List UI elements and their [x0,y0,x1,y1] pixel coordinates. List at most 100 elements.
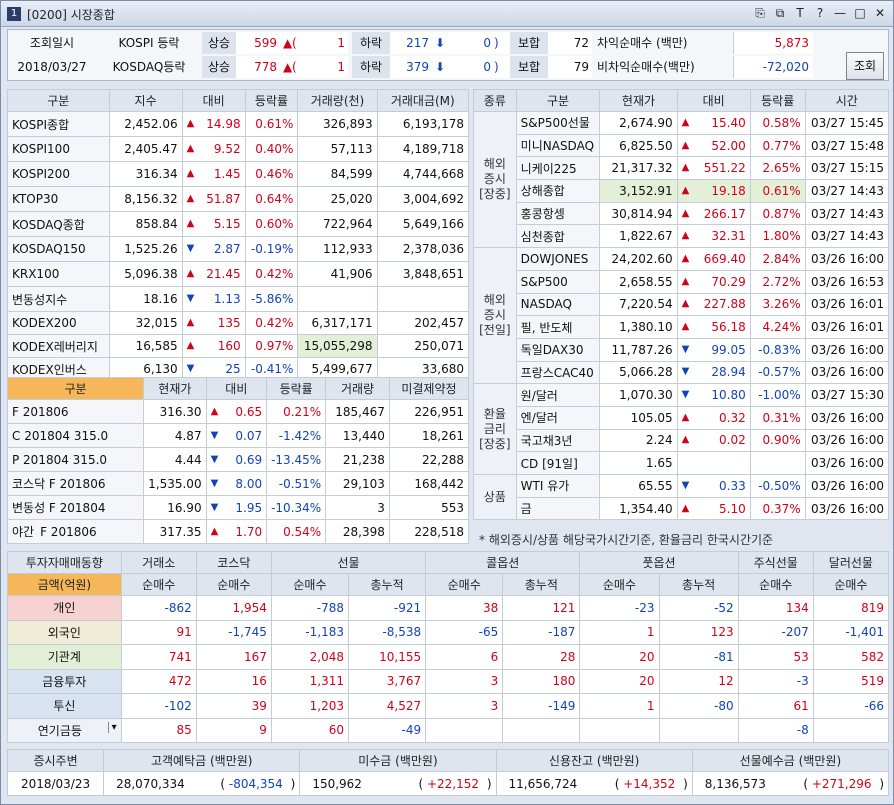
table-row[interactable]: 해외 증시 [전일] DOWJONES 24,202.60 ▲ 669.40 2.84% 0… [473,247,890,385]
deposit-cell: 11,656,724 ( +14,352 ) [495,771,693,796]
table-row[interactable]: NASDAQ 7,220.54 ▲ 227.88 3.26% 03/26 16:01 [474,292,890,317]
deposits-row[interactable]: 2018/03/23 28,070,334 ( -804,354 ) 150,962 (… [6,771,890,796]
rate-cell: -0.57% [749,360,806,385]
table-row[interactable]: 필, 반도체 1,380.10 ▲ 56.18 4.24% 03/26 16:01 [474,315,890,339]
minimize-icon[interactable]: — [833,6,847,21]
amount-cell: 4,189,718 [376,136,470,162]
table-row[interactable]: 엔/달러 105.05 ▲ 0.32 0.31% 03/26 16:00 [474,405,890,430]
copy-window-icon[interactable]: ⧉ [773,6,787,21]
window-controls: ⎘ ⧉ T ? — □ ✕ [753,6,887,21]
sub-header: 순매수 [120,573,197,596]
change-cell: ▲ 669.40 [676,247,751,271]
table-row[interactable]: 변동성지수 18.16 ▼ 1.13 -5.86% [7,286,470,312]
value-cell: 20 [579,668,660,694]
investor-row[interactable]: 개인 -862 1,954 -788 -921 38 121 -23 -52 134 819 [7,595,890,621]
row-label: P 201804 315.0 [6,447,145,472]
table-row[interactable]: F 201806 316.30 ▲ 0.65 0.21% 185,467 226,951 [6,399,470,424]
value-cell: 741 [120,644,197,670]
group-header: 코스닥 [195,551,272,574]
table-row[interactable]: KOSPI200 316.34 ▲ 1.45 0.46% 84,599 4,744,668 [7,161,470,187]
investor-row[interactable]: 투신 -102 39 1,203 4,527 3 -149 1 -80 61 -66 [7,693,890,719]
change-cell: ▲ 1.45 [181,161,246,187]
investor-row[interactable]: 금융투자 472 16 1,311 3,767 3 180 20 12 -3 519 [7,668,890,694]
table-row[interactable]: 환율 금리 [장중] 원/달러 1,070.30 ▼ 10.80 -1.00% 03/27 … [473,383,890,475]
table-row[interactable]: 상품 WTI 유가 65.55 ▼ 0.33 -0.50% 03/26 16:00 [473,473,890,521]
night-futures-row[interactable]: 야간 F 201806 317.35 ▲ 1.70 0.54% 28,398 228,518 [6,519,470,544]
table-row[interactable]: S&P500 2,658.55 ▲ 70.29 2.72% 03/26 16:53 [474,269,890,294]
table-row[interactable]: P 201804 315.0 4.44 ▼ 0.69 -13.45% 21,238 22,2… [6,447,470,472]
value-cell: 1,354.40 [599,496,678,521]
table-row[interactable]: KODEX200 32,015 ▲ 135 0.42% 6,317,171 202,457 [7,311,470,335]
up-arrow-icon: ▲ [186,118,195,129]
investor-label: 연기금등 ▾ [7,717,122,743]
search-button[interactable]: 조회 [846,52,884,80]
rate-cell: 0.90% [749,428,806,453]
link-icon[interactable]: ⎘ [753,6,767,21]
value-cell: -80 [658,693,739,719]
main-window: 1 [0200] 시장종합 ⎘ ⧉ T ? — □ ✕ 조회일시 2018/03… [0,0,894,805]
table-row[interactable]: 니케이225 21,317.32 ▲ 551.22 2.65% 03/27 15:15 [474,156,890,181]
table-row[interactable]: 홍콩항셍 30,814.94 ▲ 266.17 0.87% 03/27 14:43 [474,201,890,226]
table-row[interactable]: KODEX레버리지 16,585 ▲ 160 0.97% 15,055,298 250,07… [7,334,470,358]
time-cell: 03/26 16:00 [804,496,890,521]
date-value[interactable]: 2018/03/27 [14,56,90,78]
investor-label: 개인 [7,595,122,621]
up-arrow-icon: ▲ [681,184,690,196]
change-value: 25 [225,362,241,376]
table-row[interactable]: 국고채3년 2.24 ▲ 0.02 0.90% 03/26 16:00 [474,428,890,453]
table-row[interactable]: 금 1,354.40 ▲ 5.10 0.37% 03/26 16:00 [474,496,890,521]
rate-cell: 0.46% [244,161,299,187]
table-row[interactable]: CD [91일] 1.65 03/26 16:00 [474,451,890,475]
investor-row[interactable]: 외국인 91 -1,745 -1,183 -8,538 -65 -187 1 123 -207 -1… [7,619,890,645]
time-cell: 03/26 16:53 [804,269,890,294]
table-row[interactable]: C 201804 315.0 4.87 ▼ 0.07 -1.42% 13,440 18,26… [6,423,470,448]
table-row[interactable]: KOSDAQ종합 858.84 ▲ 5.15 0.60% 722,964 5,649,166 [7,211,470,237]
deposit-value: 28,070,334 [116,776,185,791]
row-label: WTI 유가 [515,474,601,498]
row-label: KRX100 [7,261,110,287]
column-header: 대비 [205,377,268,400]
paren-close: ) [875,776,884,791]
rate-cell: 0.42% [244,311,299,335]
investor-row[interactable]: 기관계 741 167 2,048 10,155 6 28 20 -81 53 582 [7,644,890,670]
table-row[interactable]: 변동성 F 201804 16.90 ▼ 1.95 -10.34% 3 553 [6,495,470,520]
value-cell: 3,152.91 [599,179,678,203]
rate-cell: -0.83% [749,337,806,362]
table-row[interactable]: 해외 증시 [장중] S&P500선물 2,674.90 ▲ 15.40 0.58% 03/… [473,110,890,249]
column-header: 미결제약정 [388,377,470,400]
change-value: 266.17 [703,206,746,221]
down-arrow-icon: ▼ [186,363,195,374]
category-label: 해외 증시 [장중] [473,110,517,249]
investor-row[interactable]: 연기금등 ▾ 85 9 60 -49 -8 [7,717,890,743]
value-cell: 28 [502,644,581,670]
table-row[interactable]: 독일DAX30 11,787.26 ▼ 99.05 -0.83% 03/26 16:00 [474,337,890,362]
value-cell: -52 [658,595,739,621]
close-icon[interactable]: ✕ [873,6,887,21]
change-value: 0.33 [719,478,746,493]
rate-cell: 0.77% [749,133,806,158]
font-icon[interactable]: T [793,6,807,21]
table-row[interactable]: KTOP30 8,156.32 ▲ 51.87 0.64% 25,020 3,004,692 [7,186,470,212]
table-row[interactable]: 코스닥 F 201806 1,535.00 ▼ 8.00 -0.51% 29,103 168… [6,471,470,496]
maximize-icon[interactable]: □ [853,6,867,21]
table-row[interactable]: 미니NASDAQ 6,825.50 ▲ 52.00 0.77% 03/27 15:48 [474,133,890,158]
table-row[interactable]: KRX100 5,096.38 ▲ 21.45 0.42% 41,906 3,848,651 [7,261,470,287]
table-row[interactable]: 상해종합 3,152.91 ▲ 19.18 0.61% 03/27 14:43 [474,179,890,203]
sub-header: 순매수 [195,573,272,596]
value-cell: -23 [579,595,660,621]
rate-cell: 0.40% [244,136,299,162]
table-row[interactable]: KOSDAQ150 1,525.26 ▼ 2.87 -0.19% 112,933 2,378… [7,236,470,262]
amount-cell: 5,649,166 [376,211,470,237]
up-arrow-icon: ▲ [681,207,690,219]
time-cell: 03/26 16:00 [804,247,890,271]
help-icon[interactable]: ? [813,6,827,21]
rate-cell: -1.42% [266,423,327,448]
table-row[interactable]: KOSPI100 2,405.47 ▲ 9.52 0.40% 57,113 4,189,71… [7,136,470,162]
change-value: 0.07 [235,428,263,443]
time-cell: 03/27 15:15 [804,156,890,181]
table-row[interactable]: 심천종합 1,822.67 ▲ 32.31 1.80% 03/27 14:43 [474,224,890,249]
table-row[interactable]: 프랑스CAC40 5,066.28 ▼ 28.94 -0.57% 03/26 16:00 [474,360,890,385]
dropdown-icon[interactable]: ▾ [107,721,117,733]
value-cell: -66 [812,693,890,719]
table-row[interactable]: KOSPI종합 2,452.06 ▲ 14.98 0.61% 326,893 6,193,1… [7,111,470,137]
